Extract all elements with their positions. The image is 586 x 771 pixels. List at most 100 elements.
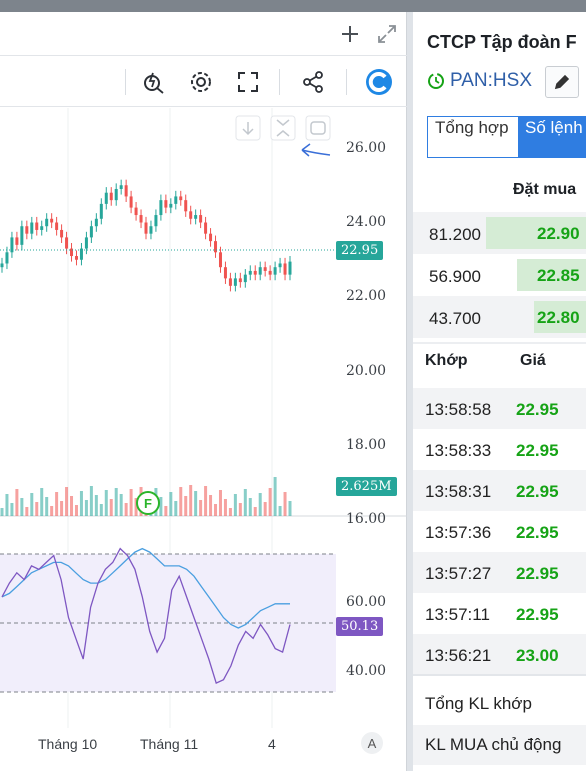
- trade-row[interactable]: 13:57:27 22.95: [413, 552, 586, 593]
- toolbar-divider: [346, 69, 347, 95]
- candle-body: [35, 222, 39, 230]
- trade-time: 13:58:33: [425, 441, 492, 460]
- volume-bar: [94, 495, 98, 516]
- last-price-tag: 22.95: [336, 241, 384, 260]
- candle-body: [0, 263, 4, 268]
- candle-body: [20, 226, 24, 245]
- x-tick-label: Tháng 11: [140, 736, 199, 752]
- trade-price: 22.95: [516, 605, 559, 624]
- candle-body: [204, 222, 208, 234]
- volume-bar: [5, 494, 9, 516]
- candle-body: [164, 200, 168, 208]
- volume-bar: [35, 502, 39, 516]
- volume-bar: [30, 493, 34, 516]
- annotation-arrow-icon: [301, 143, 331, 157]
- chart-panel: F A 26.00 24.00 22.00 20.00 18.00 16.00 …: [0, 12, 407, 771]
- summary-row: KL MUA chủ động: [413, 725, 586, 765]
- candle-body: [199, 215, 203, 223]
- candle-body: [124, 185, 128, 197]
- volume-bar: [40, 488, 44, 516]
- candle-body: [268, 270, 272, 275]
- volume-bar: [218, 490, 222, 516]
- trade-price: 22.95: [516, 523, 559, 542]
- candle-body: [223, 267, 227, 279]
- candle-body: [169, 203, 173, 208]
- volume-bar: [209, 495, 213, 516]
- candle-body: [253, 270, 257, 275]
- edit-button[interactable]: [545, 66, 579, 98]
- candle-body: [214, 241, 218, 253]
- bid-row[interactable]: 56.900 22.85: [413, 254, 586, 296]
- volume-bar: [119, 494, 123, 516]
- chart-toolbar: [0, 57, 407, 107]
- maximize-pane-button[interactable]: [305, 115, 331, 141]
- summary-row: Tổng KL khớp: [413, 684, 586, 724]
- volume-tag: 2.625M: [336, 477, 397, 496]
- candle-body: [278, 263, 282, 268]
- bid-row[interactable]: 43.700 22.80: [413, 296, 586, 338]
- tab-orders[interactable]: Số lệnh: [518, 117, 585, 157]
- expand-icon[interactable]: [375, 22, 399, 46]
- collapse-button[interactable]: [270, 115, 296, 141]
- trade-row[interactable]: 13:57:11 22.95: [413, 593, 586, 634]
- gear-icon[interactable]: [187, 68, 215, 96]
- candle-body: [25, 226, 29, 234]
- volume-bar: [79, 491, 83, 516]
- candle-body: [109, 192, 113, 201]
- candle-body: [114, 188, 118, 201]
- volume-bar: [114, 488, 118, 516]
- trade-time: 13:57:27: [425, 564, 492, 583]
- fullscreen-icon[interactable]: [234, 68, 262, 96]
- volume-bar: [288, 501, 292, 516]
- trade-time: 13:58:31: [425, 482, 492, 501]
- candle-body: [283, 263, 287, 275]
- volume-bar: [89, 486, 93, 516]
- share-icon[interactable]: [299, 68, 327, 96]
- volume-bar: [253, 507, 257, 516]
- candle-body: [89, 226, 93, 238]
- y-tick-label: 22.00: [346, 288, 387, 304]
- candle-body: [144, 222, 148, 234]
- y-tick-label: 24.00: [346, 214, 387, 230]
- volume-bar: [124, 503, 128, 516]
- volume-bar: [55, 492, 59, 516]
- trade-row[interactable]: 13:56:21 23.00: [413, 634, 586, 675]
- trades-price-header: Giá: [520, 352, 546, 369]
- trade-row[interactable]: 13:58:58 22.95: [413, 388, 586, 429]
- bid-row[interactable]: 81.200 22.90: [413, 212, 586, 254]
- indicator-lab-icon[interactable]: [140, 68, 168, 96]
- trade-time: 13:58:58: [425, 400, 492, 419]
- volume-bar: [60, 501, 64, 516]
- trade-time: 13:57:11: [425, 605, 490, 624]
- trade-time: 13:56:21: [425, 646, 492, 665]
- y-tick-label: 20.00: [346, 363, 387, 379]
- candle-body: [15, 237, 19, 245]
- bid-volume: 81.200: [429, 225, 481, 244]
- trade-row[interactable]: 13:58:31 22.95: [413, 470, 586, 511]
- tab-summary[interactable]: Tổng hợp: [428, 117, 518, 157]
- window-top-strip: [0, 0, 586, 12]
- candle-body: [129, 196, 133, 208]
- trade-row[interactable]: 13:57:36 22.95: [413, 511, 586, 552]
- candle-body: [209, 233, 213, 242]
- candle-body: [184, 200, 188, 212]
- volume-bar: [50, 506, 54, 516]
- candle-body: [159, 200, 163, 216]
- candle-body: [84, 237, 88, 249]
- candle-body: [99, 203, 103, 219]
- volume-bar: [74, 505, 78, 516]
- trade-row[interactable]: 13:58:33 22.95: [413, 429, 586, 470]
- volume-bar: [169, 492, 173, 516]
- bid-volume: 56.900: [429, 267, 481, 286]
- volume-bar: [268, 488, 272, 516]
- y-tick-label: 18.00: [346, 437, 387, 453]
- candle-body: [218, 252, 222, 268]
- plus-icon[interactable]: [338, 22, 362, 46]
- ticker-symbol[interactable]: PAN:HSX: [450, 70, 532, 92]
- bid-price: 22.80: [537, 308, 580, 327]
- chart-header: [0, 12, 407, 56]
- event-marker-label: F: [144, 496, 152, 511]
- brand-logo-icon[interactable]: [364, 67, 394, 97]
- volume-bar: [84, 500, 88, 516]
- trade-price: 23.00: [516, 646, 559, 665]
